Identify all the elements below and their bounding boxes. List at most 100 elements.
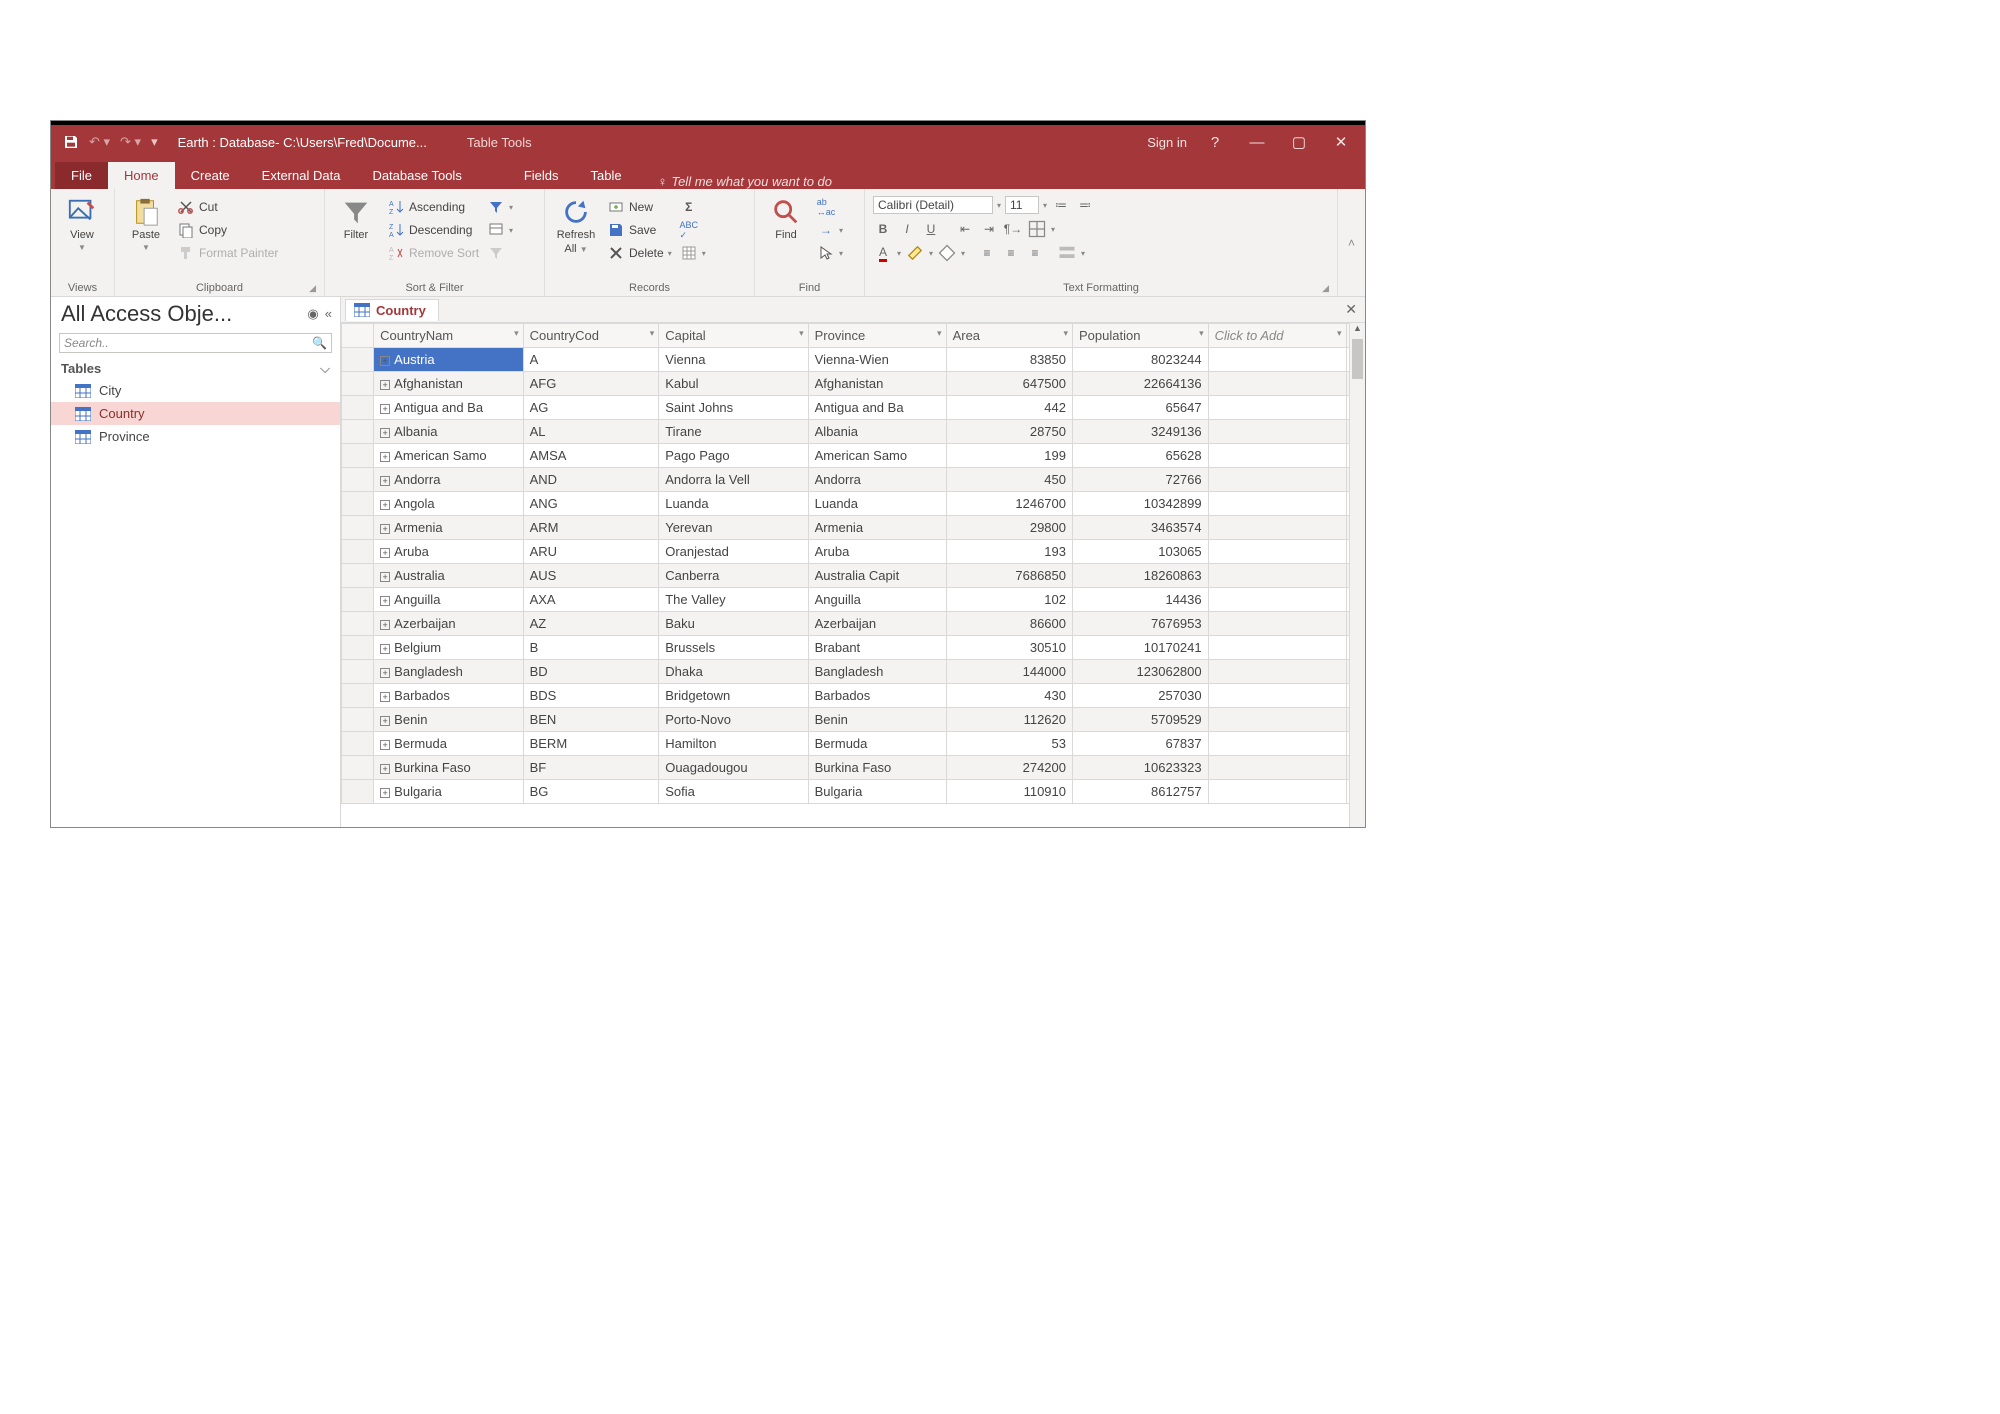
- expand-icon[interactable]: +: [380, 740, 390, 750]
- cell-province[interactable]: Bulgaria: [808, 780, 946, 804]
- maximize-button[interactable]: ▢: [1285, 133, 1313, 151]
- cell-population[interactable]: 257030: [1073, 684, 1209, 708]
- cell-clicktoadd[interactable]: [1208, 420, 1346, 444]
- cell-province[interactable]: Burkina Faso: [808, 756, 946, 780]
- expand-icon[interactable]: +: [380, 668, 390, 678]
- align-right-icon[interactable]: ≡: [1025, 243, 1045, 263]
- advanced-filter-button[interactable]: ▾: [487, 220, 513, 240]
- cell-clicktoadd[interactable]: [1208, 492, 1346, 516]
- close-button[interactable]: ✕: [1327, 133, 1355, 151]
- remove-sort-button[interactable]: AZRemove Sort: [387, 243, 479, 263]
- nav-section-collapse-icon[interactable]: ⌵: [320, 361, 330, 377]
- cell-countryname[interactable]: +Australia: [374, 564, 523, 588]
- cell-countryname[interactable]: +Benin: [374, 708, 523, 732]
- nav-collapse-icon[interactable]: «: [325, 306, 332, 322]
- nav-menu-icon[interactable]: ◉: [307, 306, 318, 322]
- cell-province[interactable]: Azerbaijan: [808, 612, 946, 636]
- document-tab-country[interactable]: Country: [345, 299, 439, 321]
- cell-province[interactable]: American Samo: [808, 444, 946, 468]
- format-painter-button[interactable]: Format Painter: [177, 243, 278, 263]
- view-button[interactable]: View ▼: [59, 193, 105, 252]
- cell-clicktoadd[interactable]: [1208, 612, 1346, 636]
- column-header[interactable]: Province▾: [808, 324, 946, 348]
- cell-countryname[interactable]: +Aruba: [374, 540, 523, 564]
- cell-province[interactable]: Armenia: [808, 516, 946, 540]
- clipboard-launcher-icon[interactable]: ◢: [309, 283, 316, 294]
- totals-button[interactable]: Σ: [680, 197, 706, 217]
- paste-button[interactable]: Paste ▼: [123, 193, 169, 252]
- bullets-icon[interactable]: ≔: [1051, 195, 1071, 215]
- cell-countryname[interactable]: +Azerbaijan: [374, 612, 523, 636]
- font-name-combo[interactable]: [873, 196, 993, 214]
- cell-countryname[interactable]: +Burkina Faso: [374, 756, 523, 780]
- goto-button[interactable]: →▾: [817, 220, 843, 240]
- cell-clicktoadd[interactable]: [1208, 444, 1346, 468]
- cell-countryname[interactable]: +Belgium: [374, 636, 523, 660]
- scroll-thumb[interactable]: [1352, 339, 1363, 379]
- alt-row-color-icon[interactable]: [1057, 243, 1077, 263]
- cell-capital[interactable]: Luanda: [659, 492, 808, 516]
- row-selector[interactable]: [342, 588, 374, 612]
- cell-population[interactable]: 65628: [1073, 444, 1209, 468]
- cell-population[interactable]: 7676953: [1073, 612, 1209, 636]
- expand-icon[interactable]: +: [380, 692, 390, 702]
- cell-countrycode[interactable]: BERM: [523, 732, 659, 756]
- select-button[interactable]: ▾: [817, 243, 843, 263]
- cell-province[interactable]: Bermuda: [808, 732, 946, 756]
- cell-countrycode[interactable]: BF: [523, 756, 659, 780]
- row-selector[interactable]: [342, 564, 374, 588]
- cell-countrycode[interactable]: BD: [523, 660, 659, 684]
- indent-decrease-icon[interactable]: ⇤: [955, 219, 975, 239]
- row-selector[interactable]: [342, 612, 374, 636]
- cell-province[interactable]: Aruba: [808, 540, 946, 564]
- cell-area[interactable]: 647500: [946, 372, 1072, 396]
- nav-item-city[interactable]: City: [51, 379, 340, 402]
- cell-capital[interactable]: Bridgetown: [659, 684, 808, 708]
- expand-icon[interactable]: +: [380, 644, 390, 654]
- cell-countrycode[interactable]: BDS: [523, 684, 659, 708]
- find-button[interactable]: Find: [763, 193, 809, 241]
- tab-database-tools[interactable]: Database Tools: [356, 162, 477, 189]
- cell-clicktoadd[interactable]: [1208, 564, 1346, 588]
- table-row[interactable]: +American SamoAMSAPago PagoAmerican Samo…: [342, 444, 1365, 468]
- cell-clicktoadd[interactable]: [1208, 588, 1346, 612]
- column-header[interactable]: Population▾: [1073, 324, 1209, 348]
- cell-capital[interactable]: Vienna: [659, 348, 808, 372]
- table-row[interactable]: +BarbadosBDSBridgetownBarbados430257030: [342, 684, 1365, 708]
- vertical-scrollbar[interactable]: ▲: [1349, 323, 1365, 827]
- row-selector[interactable]: [342, 348, 374, 372]
- qat-customize-icon[interactable]: ▾: [151, 134, 158, 150]
- cell-province[interactable]: Albania: [808, 420, 946, 444]
- expand-icon[interactable]: +: [380, 596, 390, 606]
- cell-population[interactable]: 3463574: [1073, 516, 1209, 540]
- cell-countryname[interactable]: +Bangladesh: [374, 660, 523, 684]
- row-selector[interactable]: [342, 420, 374, 444]
- scroll-up-icon[interactable]: ▲: [1350, 323, 1365, 339]
- cell-countrycode[interactable]: AMSA: [523, 444, 659, 468]
- row-selector[interactable]: [342, 540, 374, 564]
- cell-province[interactable]: Brabant: [808, 636, 946, 660]
- cell-area[interactable]: 29800: [946, 516, 1072, 540]
- italic-button[interactable]: I: [897, 219, 917, 239]
- cell-population[interactable]: 103065: [1073, 540, 1209, 564]
- cell-countrycode[interactable]: AZ: [523, 612, 659, 636]
- cell-area[interactable]: 430: [946, 684, 1072, 708]
- cell-area[interactable]: 86600: [946, 612, 1072, 636]
- tab-create[interactable]: Create: [175, 162, 246, 189]
- table-row[interactable]: +AngolaANGLuandaLuanda124670010342899: [342, 492, 1365, 516]
- cell-population[interactable]: 10170241: [1073, 636, 1209, 660]
- row-selector[interactable]: [342, 636, 374, 660]
- cell-capital[interactable]: Saint Johns: [659, 396, 808, 420]
- cell-countryname[interactable]: +Afghanistan: [374, 372, 523, 396]
- cell-clicktoadd[interactable]: [1208, 732, 1346, 756]
- help-icon[interactable]: ?: [1201, 134, 1229, 151]
- cell-capital[interactable]: Ouagadougou: [659, 756, 808, 780]
- new-record-button[interactable]: New: [607, 197, 672, 217]
- cell-countrycode[interactable]: AND: [523, 468, 659, 492]
- column-header[interactable]: Area▾: [946, 324, 1072, 348]
- nav-item-province[interactable]: Province: [51, 425, 340, 448]
- cell-area[interactable]: 28750: [946, 420, 1072, 444]
- cell-capital[interactable]: The Valley: [659, 588, 808, 612]
- selection-filter-button[interactable]: ▾: [487, 197, 513, 217]
- expand-icon[interactable]: +: [380, 620, 390, 630]
